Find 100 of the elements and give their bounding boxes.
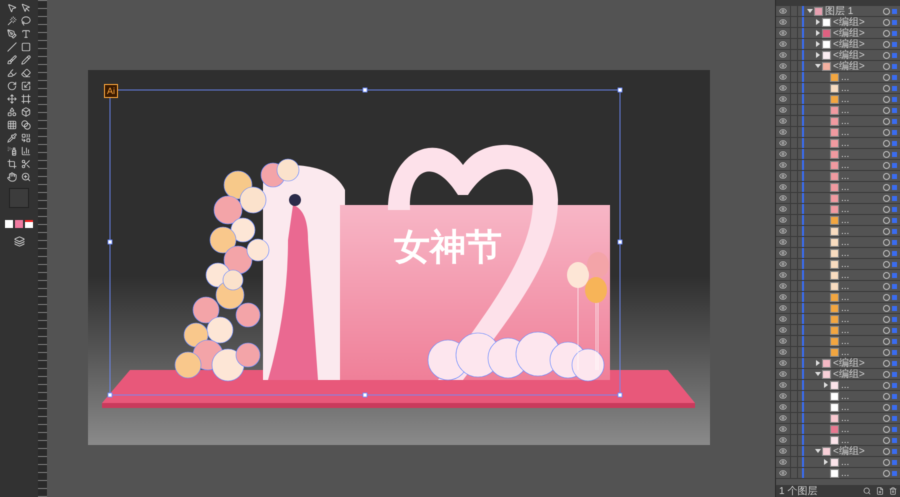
pen-icon[interactable] — [7, 29, 17, 39]
new-layer-icon[interactable] — [876, 487, 884, 495]
layer-row[interactable]: ... — [776, 182, 900, 193]
eyedropper-icon[interactable] — [7, 133, 17, 143]
visibility-eye-icon[interactable] — [779, 128, 787, 136]
layer-row[interactable]: ... — [776, 105, 900, 116]
bar-chart-icon[interactable] — [21, 146, 31, 156]
layer-row[interactable]: ... — [776, 259, 900, 270]
pencil-icon[interactable] — [21, 55, 31, 65]
layer-row[interactable]: ... — [776, 336, 900, 347]
visibility-eye-icon[interactable] — [779, 337, 787, 345]
visibility-eye-icon[interactable] — [779, 326, 787, 334]
layer-row[interactable]: ... — [776, 160, 900, 171]
layer-row[interactable]: ... — [776, 457, 900, 468]
layer-row[interactable]: ... — [776, 380, 900, 391]
layer-row[interactable]: <编组> — [776, 17, 900, 28]
hand-icon[interactable] — [7, 172, 17, 182]
visibility-eye-icon[interactable] — [779, 381, 787, 389]
frame-icon[interactable] — [21, 94, 31, 104]
visibility-eye-icon[interactable] — [779, 447, 787, 455]
visibility-eye-icon[interactable] — [779, 161, 787, 169]
layer-row[interactable]: ... — [776, 171, 900, 182]
scale-icon[interactable] — [21, 81, 31, 91]
delete-icon[interactable] — [889, 487, 897, 495]
grid-icon[interactable] — [7, 120, 17, 130]
layer-row[interactable]: ... — [776, 435, 900, 446]
visibility-eye-icon[interactable] — [779, 260, 787, 268]
combine-icon[interactable] — [21, 133, 31, 143]
visibility-eye-icon[interactable] — [779, 370, 787, 378]
layer-row[interactable]: ... — [776, 72, 900, 83]
arrow-pointer-icon[interactable] — [7, 3, 17, 13]
layer-row[interactable]: ... — [776, 413, 900, 424]
lasso-icon[interactable] — [21, 16, 31, 26]
layer-row[interactable]: <编组> — [776, 61, 900, 72]
layer-row[interactable]: ... — [776, 347, 900, 358]
screen-mode-icon[interactable] — [14, 236, 24, 247]
none-swatch[interactable] — [25, 220, 33, 228]
visibility-eye-icon[interactable] — [779, 194, 787, 202]
visibility-eye-icon[interactable] — [779, 73, 787, 81]
crop-icon[interactable] — [7, 159, 17, 169]
blend-icon[interactable] — [21, 120, 31, 130]
layer-row[interactable]: ... — [776, 325, 900, 336]
rotate-icon[interactable] — [7, 81, 17, 91]
visibility-eye-icon[interactable] — [779, 183, 787, 191]
visibility-eye-icon[interactable] — [779, 271, 787, 279]
eraser-icon[interactable] — [21, 68, 31, 78]
layer-row[interactable]: ... — [776, 204, 900, 215]
layer-row[interactable]: ... — [776, 281, 900, 292]
layer-row[interactable]: <编组> — [776, 28, 900, 39]
visibility-eye-icon[interactable] — [779, 40, 787, 48]
search-icon[interactable] — [863, 487, 871, 495]
layer-row[interactable]: ... — [776, 424, 900, 435]
visibility-eye-icon[interactable] — [779, 106, 787, 114]
visibility-eye-icon[interactable] — [779, 117, 787, 125]
layer-row[interactable]: ... — [776, 237, 900, 248]
pointer-icon[interactable] — [21, 3, 31, 13]
layer-row[interactable]: ... — [776, 127, 900, 138]
layer-row[interactable]: <编组> — [776, 446, 900, 457]
box-icon[interactable] — [21, 107, 31, 117]
visibility-eye-icon[interactable] — [779, 304, 787, 312]
zoom-icon[interactable] — [21, 172, 31, 182]
visibility-eye-icon[interactable] — [779, 249, 787, 257]
visibility-eye-icon[interactable] — [779, 205, 787, 213]
line-icon[interactable] — [7, 42, 17, 52]
visibility-eye-icon[interactable] — [779, 216, 787, 224]
layer-row[interactable]: ... — [776, 402, 900, 413]
visibility-eye-icon[interactable] — [779, 238, 787, 246]
layer-row[interactable]: ... — [776, 270, 900, 281]
layer-row[interactable]: ... — [776, 226, 900, 237]
brush-icon[interactable] — [7, 55, 17, 65]
layer-row[interactable]: ... — [776, 468, 900, 479]
visibility-eye-icon[interactable] — [779, 414, 787, 422]
visibility-eye-icon[interactable] — [779, 62, 787, 70]
layer-row[interactable]: ... — [776, 193, 900, 204]
visibility-eye-icon[interactable] — [779, 172, 787, 180]
magic-wand-icon[interactable] — [7, 16, 17, 26]
layer-row[interactable]: ... — [776, 116, 900, 127]
visibility-eye-icon[interactable] — [779, 436, 787, 444]
rectangle-icon[interactable] — [21, 42, 31, 52]
layer-row[interactable]: <编组> — [776, 369, 900, 380]
layer-row[interactable]: ... — [776, 248, 900, 259]
visibility-eye-icon[interactable] — [779, 29, 787, 37]
visibility-eye-icon[interactable] — [779, 139, 787, 147]
layer-row[interactable]: ... — [776, 303, 900, 314]
type-icon[interactable] — [21, 29, 31, 39]
layer-row[interactable]: ... — [776, 149, 900, 160]
visibility-eye-icon[interactable] — [779, 469, 787, 477]
layer-row[interactable]: ... — [776, 94, 900, 105]
layer-row[interactable]: <编组> — [776, 358, 900, 369]
layer-row[interactable]: <编组> — [776, 50, 900, 61]
scissors-icon[interactable] — [21, 159, 31, 169]
gradient-swatch[interactable] — [15, 220, 23, 228]
move-icon[interactable] — [7, 94, 17, 104]
layer-row[interactable]: ... — [776, 138, 900, 149]
fill-stroke-swatch[interactable] — [9, 188, 29, 208]
visibility-eye-icon[interactable] — [779, 95, 787, 103]
visibility-eye-icon[interactable] — [779, 425, 787, 433]
visibility-eye-icon[interactable] — [779, 348, 787, 356]
visibility-eye-icon[interactable] — [779, 403, 787, 411]
layer-row[interactable]: ... — [776, 314, 900, 325]
